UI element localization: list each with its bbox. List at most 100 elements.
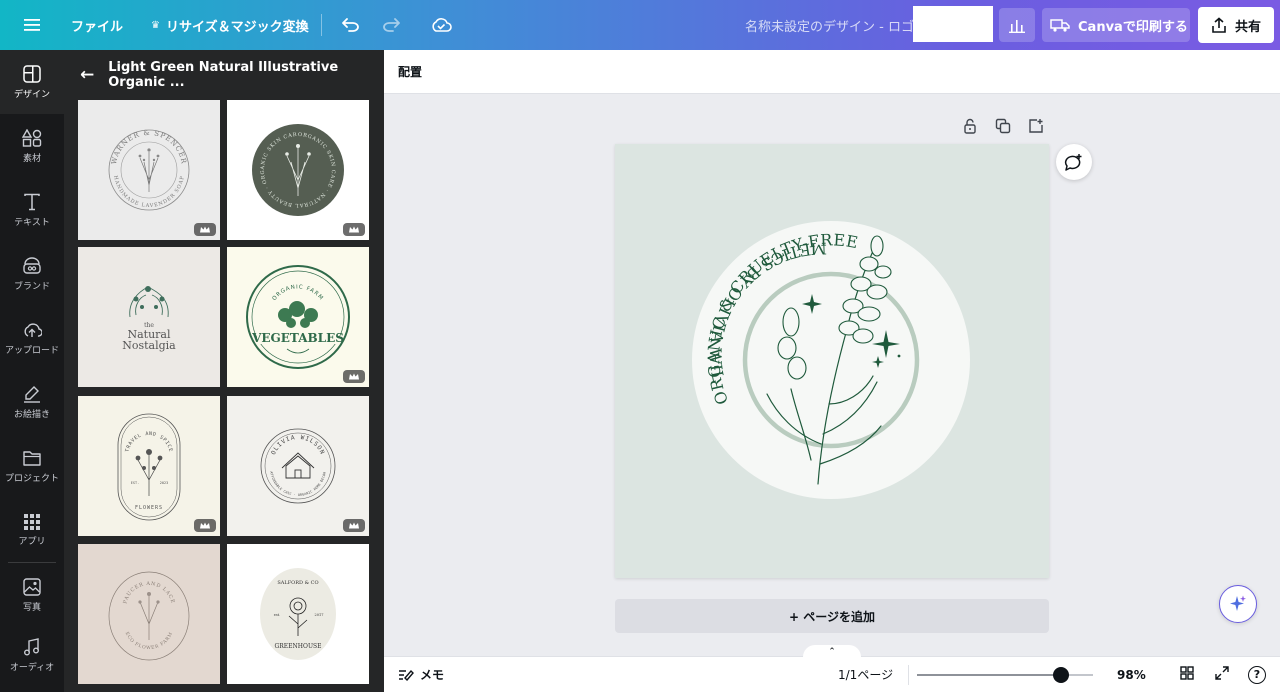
- template-tile[interactable]: SALFORD & CO est. 2017 GREENHOUSE: [227, 544, 369, 684]
- print-button[interactable]: Canvaで印刷する: [1042, 8, 1190, 42]
- template-tile[interactable]: OLIVIA WILSON AFFORDABLE CHIC · ORGANIC …: [227, 396, 369, 536]
- crown-icon: [343, 519, 365, 532]
- rail-label: お絵描き: [13, 409, 50, 420]
- cloud-saved-icon[interactable]: [424, 8, 458, 42]
- svg-text:AFFORDABLE CHIC · ORGANIC HOME: AFFORDABLE CHIC · ORGANIC HOME DECOR: [269, 471, 327, 497]
- insights-button[interactable]: [999, 8, 1035, 42]
- redo-icon[interactable]: [374, 8, 408, 42]
- comment-button[interactable]: [1056, 144, 1092, 180]
- bar-chart-icon: [1009, 20, 1025, 33]
- rail-item-draw[interactable]: お絵描き: [0, 370, 64, 434]
- rail-item-projects[interactable]: プロジェクト: [0, 434, 64, 498]
- rail-label: アップロード: [4, 345, 59, 356]
- folder-icon: [23, 450, 41, 466]
- expand-pages-button[interactable]: ⌃: [803, 645, 861, 659]
- template-panel: ← Light Green Natural Illustrative Organ…: [64, 50, 384, 692]
- notes-button[interactable]: メモ: [398, 666, 444, 683]
- template-text: AFFORDABLE CHIC · ORGANIC HOME DECOR: [269, 471, 326, 497]
- add-page-icon[interactable]: [1028, 118, 1044, 138]
- photo-icon: [23, 577, 41, 596]
- rail-label: プロジェクト: [4, 473, 59, 484]
- template-text: FLOWERS: [135, 505, 163, 511]
- resize-button[interactable]: ♛ リサイズ＆マジック変換: [151, 16, 309, 35]
- template-text: est.: [274, 613, 280, 617]
- avatar-placeholder[interactable]: [913, 6, 993, 42]
- zoom-level[interactable]: 98%: [1117, 668, 1146, 682]
- design-page[interactable]: ORGANIC & CRUELTY-FREE COSMETICS BY OLIV…: [615, 144, 1054, 591]
- template-tile[interactable]: ORGANIC SKIN CARE · NATURAL BEAUTY · ORG…: [227, 100, 369, 240]
- resize-label: リサイズ＆マジック変換: [165, 19, 309, 35]
- upload-share-icon: [1212, 17, 1226, 33]
- file-menu-button[interactable]: ファイル: [71, 16, 123, 35]
- template-text: SALFORD & CO: [277, 580, 318, 586]
- template-tile[interactable]: TRAVEL AND SPICE EST. 2023 FLOWERS: [78, 396, 220, 536]
- rail-label: ブランド: [13, 281, 50, 292]
- canvas-area: ORGANIC & CRUELTY-FREE COSMETICS BY OLIV…: [384, 94, 1280, 656]
- share-label: 共有: [1234, 19, 1261, 35]
- rail-label: デザイン: [13, 89, 50, 100]
- add-page-label: + ページを追加: [789, 609, 875, 624]
- zoom-handle[interactable]: [1053, 667, 1069, 683]
- elements-icon: [22, 128, 42, 147]
- logo-circle: [692, 221, 970, 499]
- rail-item-apps[interactable]: アプリ: [0, 498, 64, 562]
- undo-icon[interactable]: [334, 8, 368, 42]
- help-icon[interactable]: ?: [1248, 665, 1266, 684]
- crown-icon: [343, 223, 365, 236]
- logo-design[interactable]: ORGANIC & CRUELTY-FREE COSMETICS BY OLIV…: [615, 144, 1054, 591]
- rail-item-design[interactable]: デザイン: [0, 50, 64, 114]
- draw-icon: [24, 385, 40, 403]
- rail-item-upload[interactable]: アップロード: [0, 306, 64, 370]
- context-toolbar: 配置: [384, 50, 1280, 94]
- document-title[interactable]: 名称未設定のデザイン - ロゴ: [745, 0, 914, 50]
- svg-text:ORGANIC FARM: ORGANIC FARM: [272, 284, 325, 302]
- truck-icon: [1050, 19, 1070, 32]
- upload-icon: [24, 322, 42, 337]
- divider: [320, 14, 322, 36]
- notes-icon: [399, 669, 414, 681]
- template-text: 2017: [315, 613, 324, 617]
- menu-icon[interactable]: [15, 8, 49, 42]
- rail-label: オーディオ: [9, 662, 55, 673]
- chevron-up-icon: ⌃: [828, 647, 836, 657]
- template-thumbnail: PAUCER AND LACE ECO FLOWER FARM: [108, 571, 190, 661]
- rail-item-text[interactable]: テキスト: [0, 178, 64, 242]
- crown-icon: [194, 223, 216, 236]
- crown-icon: ♛: [151, 19, 160, 31]
- template-tile[interactable]: PAUCER AND LACE ECO FLOWER FARM: [78, 544, 220, 684]
- print-label: Canvaで印刷する: [1078, 19, 1188, 35]
- comment-icon: [1064, 154, 1082, 171]
- rail-label: テキスト: [14, 217, 50, 228]
- add-page-button[interactable]: + ページを追加: [615, 599, 1049, 633]
- rail-item-audio[interactable]: オーディオ: [0, 627, 64, 683]
- rail-item-brand[interactable]: ブランド: [0, 242, 64, 306]
- back-arrow-icon[interactable]: ←: [80, 65, 94, 85]
- text-icon: [24, 193, 40, 210]
- position-button[interactable]: 配置: [398, 63, 422, 80]
- template-thumbnail: OLIVIA WILSON AFFORDABLE CHIC · ORGANIC …: [260, 428, 336, 504]
- magic-assistant-button[interactable]: [1219, 585, 1257, 623]
- crown-icon: [343, 370, 365, 383]
- fullscreen-icon[interactable]: [1215, 666, 1229, 683]
- template-thumbnail: ORGANIC FARM VEGETABLES: [246, 265, 350, 369]
- share-button[interactable]: 共有: [1198, 7, 1274, 43]
- grid-view-icon[interactable]: [1180, 666, 1194, 683]
- template-tile[interactable]: ORGANIC FARM VEGETABLES: [227, 247, 369, 387]
- template-tile[interactable]: WARNER & SPENCER HANDMADE LAVENDER SOAP: [78, 100, 220, 240]
- page-counter[interactable]: 1/1ページ: [838, 666, 893, 683]
- template-thumbnail: SALFORD & CO est. 2017 GREENHOUSE: [260, 568, 336, 660]
- template-text: VEGETABLES: [251, 331, 344, 345]
- duplicate-icon[interactable]: [995, 118, 1011, 138]
- template-text: Nostalgia: [122, 339, 176, 352]
- rail-label: 素材: [22, 153, 41, 164]
- template-thumbnail: TRAVEL AND SPICE EST. 2023 FLOWERS: [117, 413, 181, 521]
- crown-icon: [194, 519, 216, 532]
- lock-icon[interactable]: [962, 118, 978, 138]
- template-tile[interactable]: the Natural Nostalgia: [78, 247, 220, 387]
- template-text: ORGANIC FARM: [272, 284, 324, 302]
- rail-item-elements[interactable]: 素材: [0, 114, 64, 178]
- brand-icon: [23, 256, 41, 274]
- zoom-slider[interactable]: [917, 667, 1093, 683]
- rail-item-photos[interactable]: 写真: [0, 563, 64, 627]
- sparkle-icon: [1230, 595, 1246, 611]
